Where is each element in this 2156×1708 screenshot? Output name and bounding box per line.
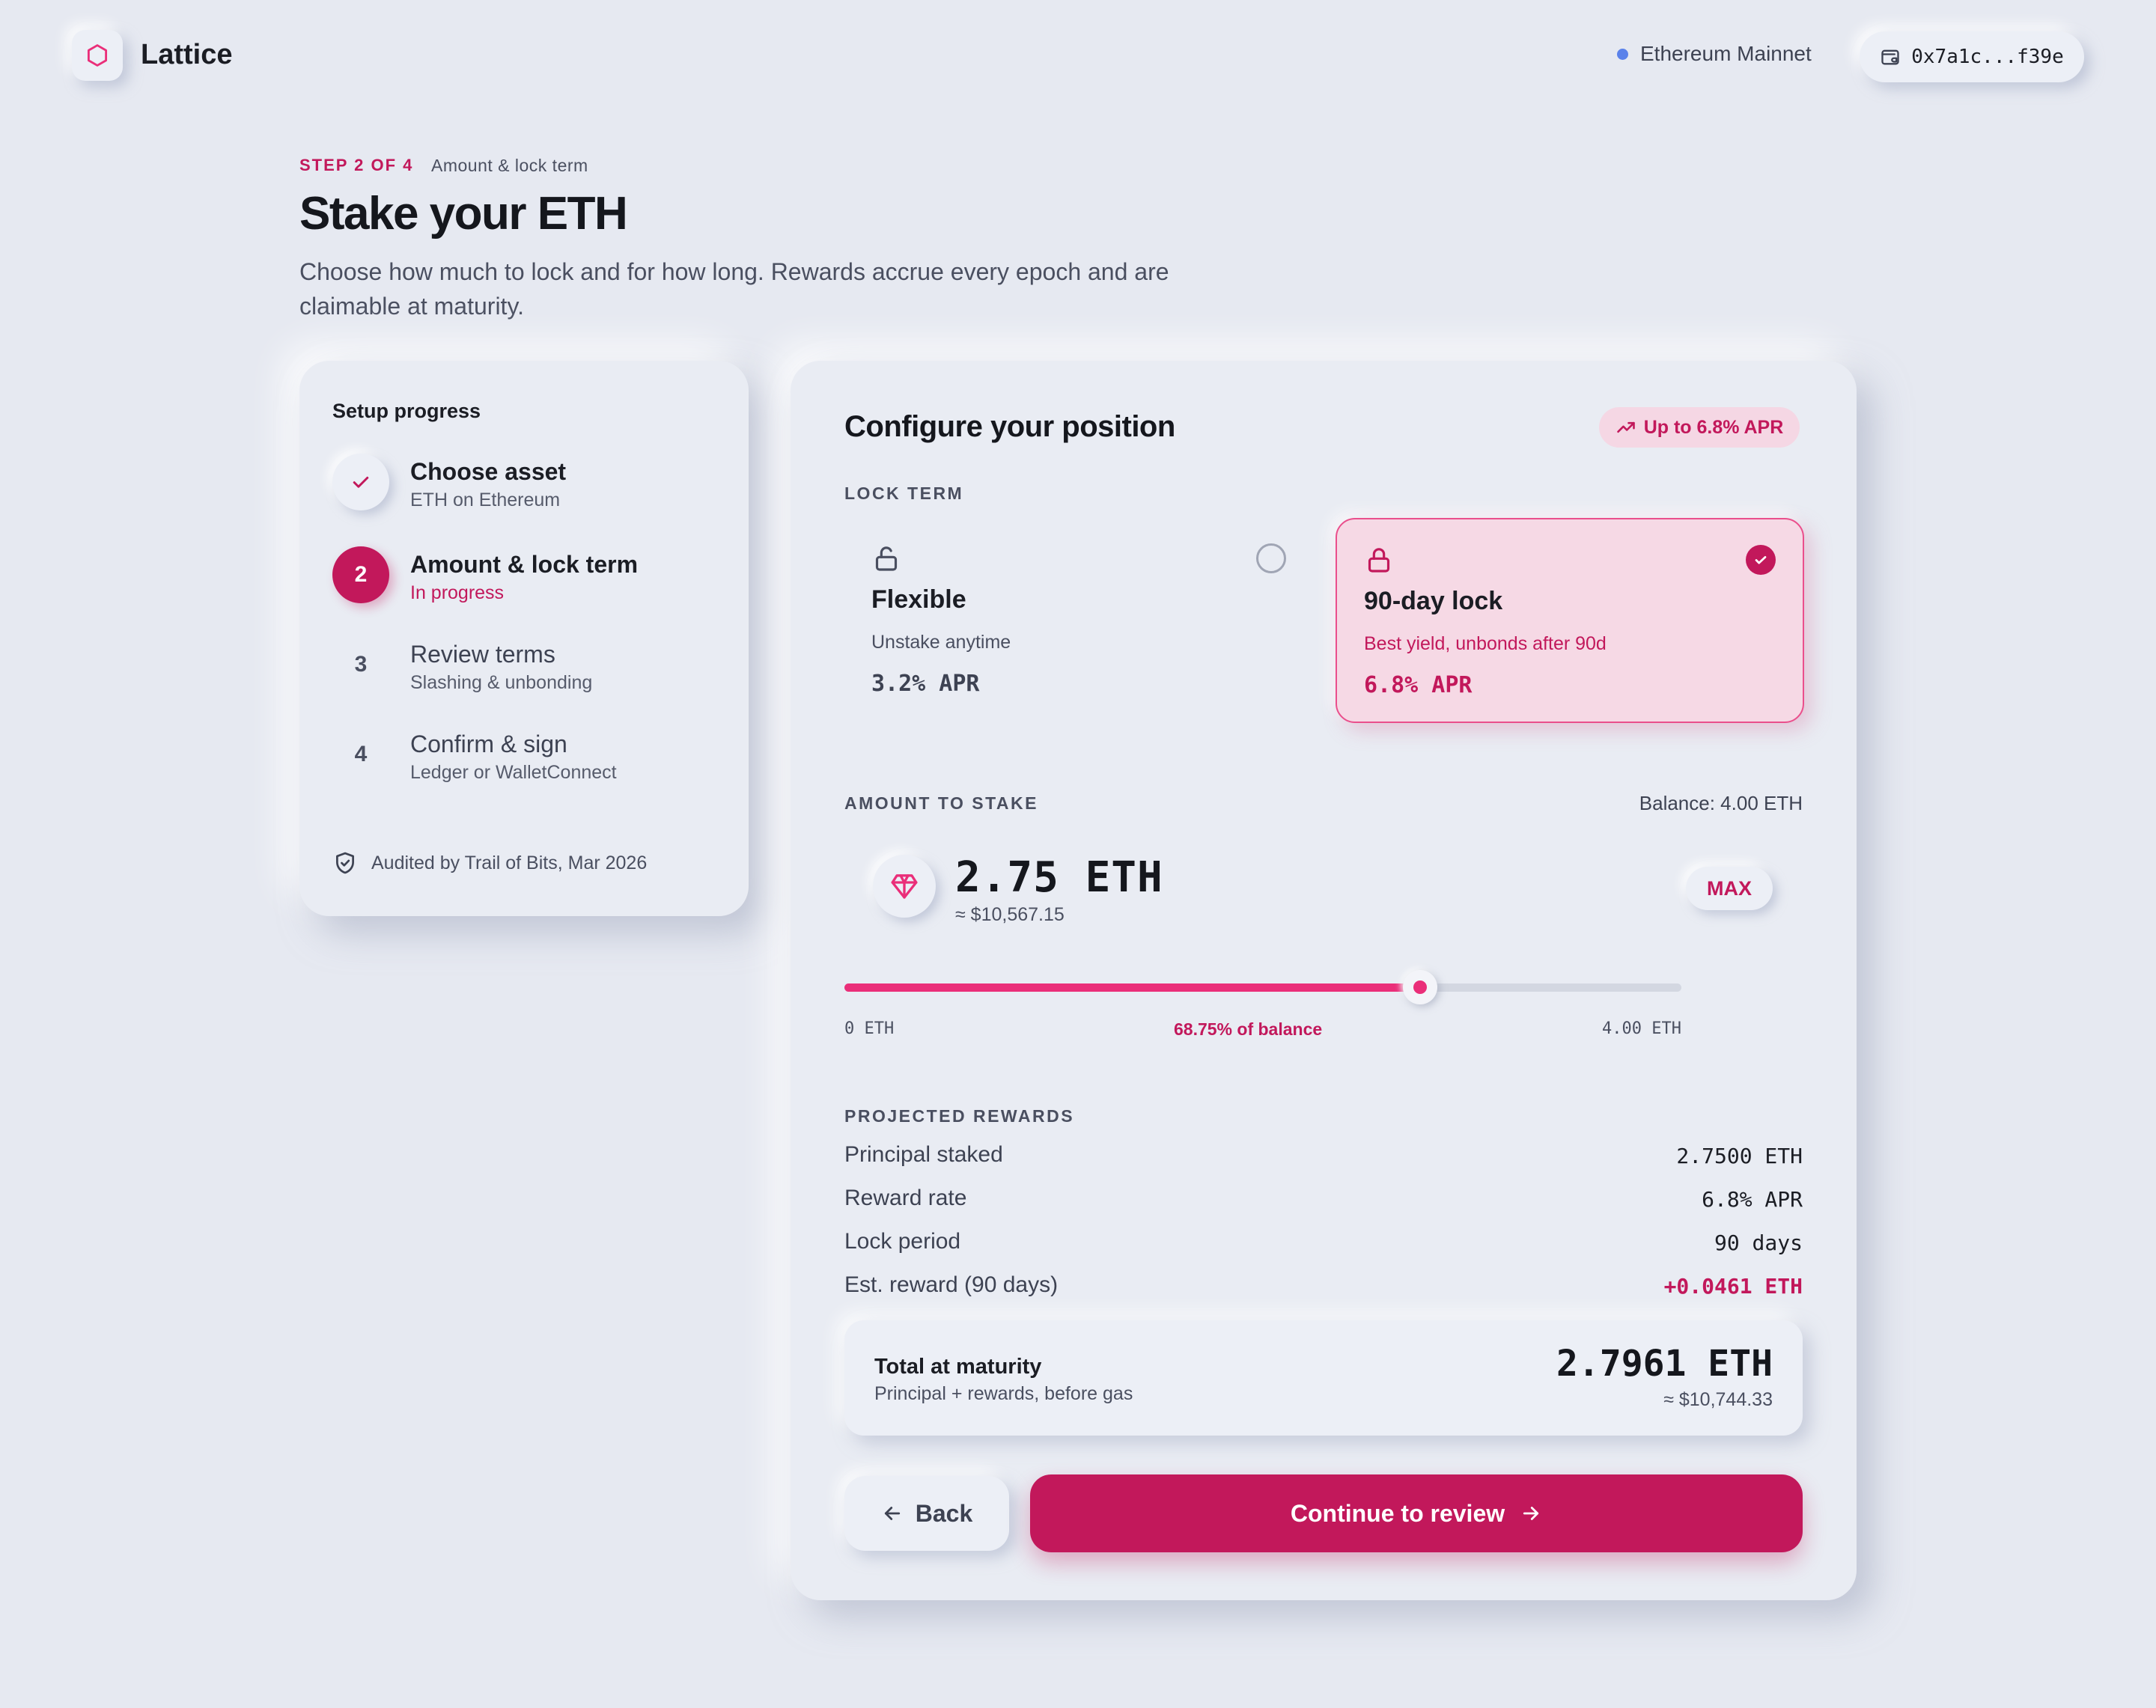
step-desc: Ledger or WalletConnect bbox=[410, 762, 617, 783]
reward-row-lock-period: Lock period 90 days bbox=[844, 1229, 1803, 1263]
check-icon bbox=[353, 476, 369, 488]
stake-amount-slider[interactable] bbox=[844, 970, 1681, 1004]
stake-amount-input[interactable]: 2.75 ETH bbox=[955, 853, 1163, 902]
progress-step-confirm-sign[interactable]: 4 Confirm & sign Ledger or WalletConnect bbox=[332, 726, 722, 786]
network-indicator[interactable]: Ethereum Mainnet bbox=[1617, 42, 1812, 66]
page-description: Choose how much to lock and for how long… bbox=[299, 258, 1169, 320]
check-icon bbox=[1755, 555, 1767, 564]
lock-term-label: LOCK TERM bbox=[844, 484, 964, 503]
page-title: Stake your ETH bbox=[299, 188, 628, 240]
slider-percent-label: 68.75% of balance bbox=[1174, 1019, 1323, 1039]
arrow-left-icon bbox=[884, 1507, 900, 1520]
wallet-icon bbox=[1881, 49, 1899, 65]
total-subtitle: Principal + rewards, before gas bbox=[874, 1383, 1133, 1404]
step-desc: ETH on Ethereum bbox=[410, 489, 561, 510]
option-desc: Best yield, unbonds after 90d bbox=[1364, 633, 1607, 654]
step-number-marker: 3 bbox=[354, 652, 368, 677]
apr-badge-text: Up to 6.8% APR bbox=[1643, 416, 1784, 438]
network-name: Ethereum Mainnet bbox=[1640, 42, 1812, 65]
step-number-marker: 4 bbox=[354, 742, 368, 766]
gem-icon bbox=[891, 874, 918, 899]
slider-fill bbox=[844, 983, 1420, 992]
wallet-balance: Balance: 4.00 ETH bbox=[1639, 792, 1803, 814]
shield-check-icon bbox=[336, 852, 354, 874]
lock-option-flexible[interactable]: Flexible Unstake anytime 3.2% APR bbox=[844, 518, 1313, 723]
amount-to-stake-label: AMOUNT TO STAKE bbox=[844, 793, 1038, 813]
trending-up-icon bbox=[1616, 421, 1635, 433]
option-desc: Unstake anytime bbox=[871, 632, 1011, 653]
lock-option-90-day[interactable]: 90-day lock Best yield, unbonds after 90… bbox=[1336, 518, 1804, 723]
step-name: Choose asset bbox=[410, 458, 567, 485]
apr-badge: Up to 6.8% APR bbox=[1599, 407, 1800, 448]
wallet-button[interactable]: 0x7a1c...f39e bbox=[1860, 31, 2084, 82]
reward-row-est-reward: Est. reward (90 days) +0.0461 ETH bbox=[844, 1272, 1803, 1307]
configure-title: Configure your position bbox=[844, 410, 1175, 443]
stake-amount-usd: ≈ $10,567.15 bbox=[955, 904, 1065, 925]
option-name: 90-day lock bbox=[1364, 587, 1503, 615]
reward-value: 6.8% APR bbox=[1702, 1187, 1803, 1212]
ninety-day-radio[interactable] bbox=[1746, 545, 1776, 575]
total-usd: ≈ $10,744.33 bbox=[1663, 1389, 1773, 1410]
slider-thumb-dot bbox=[1413, 980, 1427, 994]
reward-label: Reward rate bbox=[844, 1186, 967, 1210]
step-desc: Slashing & unbonding bbox=[410, 672, 593, 693]
slider-min-label: 0 ETH bbox=[844, 1019, 895, 1038]
app-logo[interactable] bbox=[72, 30, 123, 81]
step-status: In progress bbox=[410, 582, 505, 603]
option-name: Flexible bbox=[871, 585, 966, 614]
progress-step-amount-lock-term[interactable]: 2 Amount & lock term In progress bbox=[332, 546, 722, 606]
network-status-dot bbox=[1617, 48, 1628, 60]
reward-label: Est. reward (90 days) bbox=[844, 1272, 1059, 1297]
reward-value: +0.0461 ETH bbox=[1663, 1274, 1803, 1299]
eth-asset-badge bbox=[873, 855, 936, 918]
hexagon-icon bbox=[87, 44, 108, 67]
step-indicator: STEP 2 OF 4 bbox=[299, 156, 414, 174]
max-button[interactable]: MAX bbox=[1686, 867, 1773, 910]
reward-label: Principal staked bbox=[844, 1142, 1003, 1167]
option-apr: 3.2% APR bbox=[871, 671, 980, 697]
wallet-address: 0x7a1c...f39e bbox=[1911, 46, 2064, 68]
back-label: Back bbox=[915, 1499, 973, 1527]
arrow-right-icon bbox=[1523, 1507, 1539, 1520]
back-button[interactable]: Back bbox=[844, 1476, 1009, 1551]
continue-to-review-button[interactable]: Continue to review bbox=[1030, 1474, 1803, 1552]
slider-max-label: 4.00 ETH bbox=[1602, 1019, 1681, 1038]
step-name: Confirm & sign bbox=[410, 731, 567, 757]
progress-step-choose-asset[interactable]: Choose asset ETH on Ethereum bbox=[332, 454, 722, 513]
step-name: Review terms bbox=[410, 641, 555, 668]
progress-step-review-terms[interactable]: 3 Review terms Slashing & unbonding bbox=[332, 636, 722, 696]
continue-label: Continue to review bbox=[1290, 1499, 1505, 1527]
step-complete-marker bbox=[332, 454, 389, 510]
total-at-maturity-box: Total at maturity Principal + rewards, b… bbox=[844, 1320, 1803, 1436]
app-name: Lattice bbox=[141, 39, 233, 70]
step-number-marker: 2 bbox=[332, 546, 389, 603]
projected-rewards-label: PROJECTED REWARDS bbox=[844, 1106, 1075, 1126]
setup-progress-title: Setup progress bbox=[332, 400, 481, 422]
audit-text: Audited by Trail of Bits, Mar 2026 bbox=[371, 852, 648, 873]
audit-note: Audited by Trail of Bits, Mar 2026 bbox=[332, 850, 647, 876]
flexible-radio[interactable] bbox=[1256, 543, 1286, 573]
step-subtitle: Amount & lock term bbox=[431, 156, 588, 175]
reward-value: 90 days bbox=[1714, 1230, 1803, 1255]
lock-icon bbox=[1368, 548, 1390, 573]
total-title: Total at maturity bbox=[874, 1355, 1042, 1379]
reward-row-rate: Reward rate 6.8% APR bbox=[844, 1186, 1803, 1220]
unlock-icon bbox=[875, 546, 898, 571]
reward-label: Lock period bbox=[844, 1229, 961, 1254]
reward-row-principal: Principal staked 2.7500 ETH bbox=[844, 1142, 1803, 1177]
option-apr: 6.8% APR bbox=[1364, 672, 1473, 698]
reward-value: 2.7500 ETH bbox=[1676, 1144, 1803, 1168]
slider-thumb[interactable] bbox=[1402, 970, 1437, 1004]
step-name: Amount & lock term bbox=[410, 551, 639, 578]
total-value: 2.7961 ETH bbox=[1556, 1343, 1773, 1385]
